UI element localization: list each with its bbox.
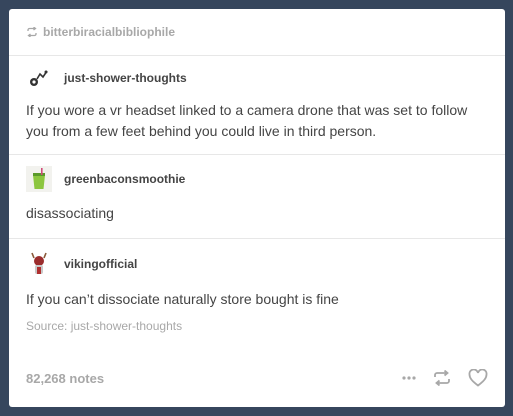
post-entry: greenbaconsmoothie disassociating <box>9 155 505 239</box>
entry-text: If you can’t dissociate naturally store … <box>26 291 339 307</box>
post-controls <box>402 369 488 387</box>
entry-header: greenbaconsmoothie <box>26 155 488 203</box>
post-entry: just-shower-thoughts If you wore a vr he… <box>9 56 505 155</box>
entry-username[interactable]: vikingofficial <box>64 257 137 271</box>
reblog-icon[interactable] <box>432 370 452 386</box>
entry-text: If you wore a vr headset linked to a cam… <box>26 102 468 139</box>
entry-username[interactable]: greenbaconsmoothie <box>64 172 185 186</box>
entry-text: disassociating <box>26 205 114 221</box>
notes-count[interactable]: 82,268 notes <box>26 371 104 386</box>
heart-icon[interactable] <box>468 369 488 387</box>
entry-username[interactable]: just-shower-thoughts <box>64 71 187 85</box>
source-link[interactable]: Source: just-shower-thoughts <box>26 319 488 333</box>
reblog-icon <box>27 27 37 37</box>
post-entry: vikingofficial If you can’t dissociate n… <box>9 239 505 333</box>
more-icon[interactable] <box>402 376 416 380</box>
post-card: bitterbiracialbibliophile just-shower-th… <box>9 9 505 407</box>
reblog-username[interactable]: bitterbiracialbibliophile <box>43 25 175 39</box>
avatar[interactable] <box>26 251 52 277</box>
post-footer: 82,268 notes <box>26 369 488 387</box>
avatar[interactable] <box>26 65 52 91</box>
avatar[interactable] <box>26 166 52 192</box>
entry-header: just-shower-thoughts <box>26 56 488 100</box>
reblog-header: bitterbiracialbibliophile <box>9 9 505 56</box>
entry-header: vikingofficial <box>26 239 488 289</box>
